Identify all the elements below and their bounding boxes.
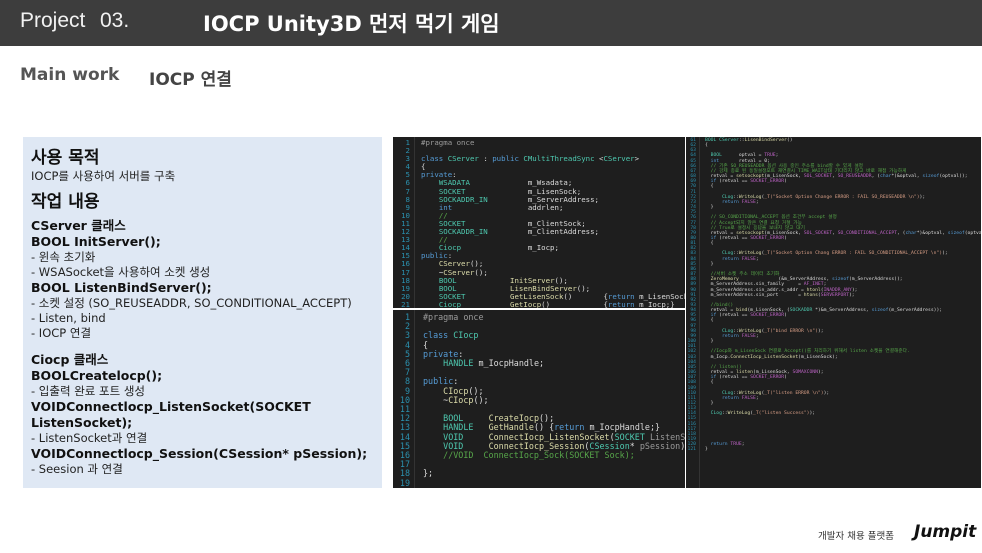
code-line: 6 HANDLE m_IocpHandle;: [393, 358, 685, 369]
line-number: 2: [405, 146, 410, 156]
work-heading: 작업 내용: [31, 192, 100, 212]
ciocp-line: - 입출력 완료 포트 생성: [31, 384, 145, 398]
ciocp-heading: Ciocp 클래스: [31, 352, 109, 367]
line-number: 6: [405, 178, 410, 188]
cserver-line: - 소켓 설정 (SO_REUSEADDR, SO_CONDITIONAL_AC…: [31, 296, 352, 310]
ciocp-line: - ListenSocket과 연결: [31, 431, 148, 445]
code-text: CLog::WriteLog(_T("listen Success"));: [710, 411, 816, 417]
line-number: 1: [405, 138, 410, 147]
code-line: 18};: [393, 469, 685, 478]
code-text: }: [710, 339, 714, 345]
section-subtitle: IOCP 연결: [149, 70, 232, 90]
line-number: 21: [401, 299, 410, 308]
code-text: {: [710, 241, 714, 247]
code-text: }: [710, 205, 714, 211]
code-line: 121}: [686, 447, 981, 452]
cserver-line: - WSASocket을 사용하여 소켓 생성: [31, 265, 211, 279]
code-text: class CServer : public CMultiThreadSync …: [421, 154, 640, 164]
code-text: };: [423, 468, 434, 479]
code-text: BOOL CServer::LisenBindServer(): [705, 138, 793, 143]
line-number: 5: [404, 348, 410, 359]
code-line: 3 class CServer : public CMultiThreadSync…: [393, 155, 685, 163]
line-number: 1: [404, 312, 410, 322]
code-text: }: [710, 400, 714, 406]
cserver-line: - 윈속 초기화: [31, 250, 96, 264]
code-line: 1 #pragma once: [393, 138, 685, 147]
page-title: IOCP Unity3D 먼저 먹기 게임: [203, 12, 500, 36]
code-text: m_ServerAddress.sin_port = htons(SERVERP…: [710, 292, 855, 298]
title-bar: Project 03. IOCP Unity3D 먼저 먹기 게임: [0, 0, 982, 46]
code-line: 21 Ciocp GetIocp() {return m_Iocp;}: [393, 299, 685, 308]
cserver-line: - IOCP 연결: [31, 326, 92, 340]
code-text: {: [710, 380, 714, 386]
ciocp-line: - Seesion 과 연결: [31, 462, 123, 476]
code-text: //VOID ConnectIocp_Sock(SOCKET Sock);: [443, 450, 635, 461]
line-number: 19: [399, 477, 410, 488]
code-text: {: [710, 318, 714, 324]
code-line: 16 //VOID ConnectIocp_Sock(SOCKET Sock);: [393, 450, 685, 461]
code-text: ~CIocp();: [443, 394, 489, 405]
code-line: 19: [393, 477, 685, 488]
code-text: if (retval == SOCKET_ERROR): [710, 179, 787, 185]
line-number: 7: [404, 367, 410, 378]
cserver-code-screenshot: 1 #pragma once 2 3 class CServer : public CM…: [393, 137, 685, 308]
jumpit-logo: Jumpit: [914, 522, 977, 542]
line-number: 4: [405, 162, 410, 172]
line-number: 7: [405, 186, 410, 196]
code-text: if (retval == SOCKET_ERROR): [710, 375, 787, 381]
code-text: }: [705, 447, 708, 453]
code-text: {: [710, 184, 714, 190]
ciocp-description: BOOLCreatelocp(); - 입출력 완료 포트 생성 VOIDConne…: [31, 368, 374, 477]
code-text: HANDLE m_IocpHandle;: [443, 358, 545, 369]
line-number: 6: [404, 358, 410, 369]
ciocp-line: VOIDConnectlocp_ListenSocket(SOCKET List…: [31, 399, 311, 430]
code-line: 3 class CIocp: [393, 331, 685, 340]
code-line: 1 #pragma once: [393, 312, 685, 322]
code-line: 10 ~CIocp();: [393, 394, 685, 405]
project-number: 03.: [100, 9, 130, 32]
code-text: }: [710, 261, 714, 267]
description-panel: 사용 목적 IOCP를 사용하여 서버를 구축 작업 내용 CServer 클래…: [23, 137, 382, 488]
code-line: 17: [393, 460, 685, 469]
code-text: if (retval == SOCKET_ERROR): [710, 235, 787, 241]
listen-bind-code-screenshot: 61 BOOL CServer::LisenBindServer() 62{63 64…: [686, 137, 981, 488]
cserver-line: - Listen, bind: [31, 311, 106, 325]
code-text: #pragma once: [423, 312, 484, 322]
code-text: #pragma once: [421, 138, 475, 147]
line-number: 8: [405, 194, 410, 204]
purpose-heading: 사용 목적: [31, 148, 100, 168]
line-number: 8: [404, 376, 410, 387]
line-number: 4: [404, 339, 410, 350]
cserver-description: BOOL InitServer(); - 윈속 초기화 - WSASocket을 사…: [31, 234, 374, 341]
purpose-text: IOCP를 사용하여 서버를 구축: [31, 169, 176, 183]
project-label: Project: [20, 9, 86, 32]
cserver-line: BOOL ListenBindServer();: [31, 280, 212, 295]
cserver-line: BOOL InitServer();: [31, 234, 161, 249]
line-number: 3: [404, 330, 410, 341]
recruit-platform-text: 개발자 채용 플랫폼: [818, 531, 894, 542]
line-number: 5: [405, 170, 410, 180]
code-text: if (retval == SOCKET_ERROR): [710, 313, 787, 319]
line-number: 121: [687, 447, 696, 453]
code-text: return TRUE;: [710, 442, 745, 448]
line-number: 2: [404, 321, 410, 332]
ciocp-code-screenshot: 1 #pragma once 2 3 class CIocp 4{5 private: 6 H…: [393, 310, 685, 488]
ciocp-line: BOOLCreatelocp();: [31, 368, 163, 383]
code-text: Ciocp GetIocp() {return m_Iocp;}: [438, 299, 675, 308]
main-work-label: Main work: [20, 65, 120, 85]
code-text: m_Iocp.ConnectIocp_ListenSocket(m_LisenS…: [710, 354, 838, 360]
code-text: class CIocp: [423, 330, 479, 341]
cserver-heading: CServer 클래스: [31, 218, 126, 233]
ciocp-line: VOIDConnectlocp_Session(CSession* pSessi…: [31, 446, 368, 461]
line-number: 3: [405, 154, 410, 164]
code-text: {: [705, 143, 708, 149]
